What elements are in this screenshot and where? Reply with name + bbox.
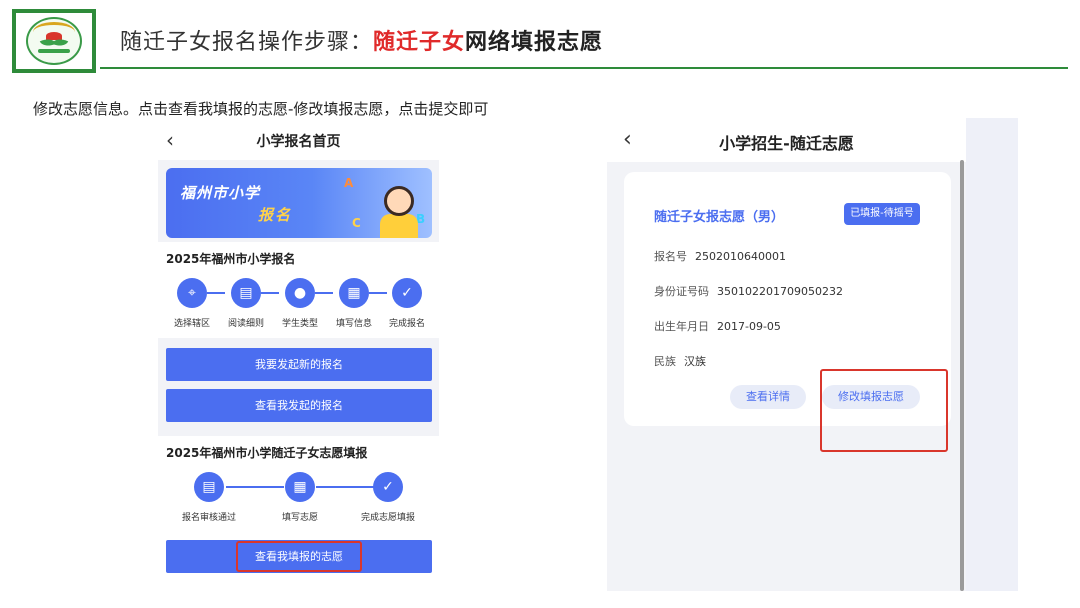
info-row-id-no: 身份证号码 350102201709050232 [654,283,843,299]
registration-banner: 福州市小学 报名 A C B [166,168,432,238]
audit-icon: ▤ [194,472,224,502]
info-value: 2502010640001 [695,250,786,263]
right-nav-bar: ‹ 小学招生-随迁志愿 [607,118,966,162]
section1-title: 2025年福州市小学报名 [166,252,296,266]
new-registration-button[interactable]: 我要发起新的报名 [166,348,432,381]
view-details-button[interactable]: 查看详情 [730,385,806,409]
wish-card-heading: 随迁子女报志愿（男） [654,210,785,225]
right-nav-title: 小学招生-随迁志愿 [719,134,854,153]
highlight-box-my-wish [236,541,362,572]
title-divider [100,67,1068,69]
step-label: 完成志愿填报 [360,513,415,523]
instruction-text: 修改志愿信息。点击查看我填报的志愿-修改填报志愿，点击提交即可 [33,100,489,118]
girl-illustration-body [380,214,418,238]
left-nav-title: 小学报名首页 [256,134,341,150]
school-emblem-icon [26,17,82,65]
location-pin-icon: ⌖ [177,278,207,308]
right-phone-screenshot: ‹ 小学招生-随迁志愿 随迁子女报志愿（男） 已填报-待摇号 报名号 250201… [607,118,966,591]
form-icon: ▦ [339,278,369,308]
info-value: 350102201709050232 [717,285,843,298]
step-label: 填写志愿 [281,513,318,523]
info-row-reg-no: 报名号 2502010640001 [654,248,786,264]
step-connector [316,486,374,488]
info-value: 2017-09-05 [717,320,781,333]
title-prefix: 随迁子女报名操作步骤： [120,30,374,55]
step-label: 填写信息 [335,319,372,329]
step-label: 阅读细则 [227,319,264,329]
step-connector [369,292,387,294]
status-badge: 已填报-待摇号 [844,203,920,225]
document-icon: ▤ [231,278,261,308]
right-background-strip [966,118,1018,591]
step-label: 完成报名 [388,319,425,329]
title-suffix: 网络填报志愿 [465,30,604,55]
info-row-birth: 出生年月日 2017-09-05 [654,318,781,334]
scrollbar[interactable] [960,160,964,591]
title-highlight: 随迁子女 [373,30,466,55]
info-label: 出生年月日 [654,320,709,333]
user-icon: ● [285,278,315,308]
info-label: 民族 [654,355,676,368]
info-value: 汉族 [684,355,706,368]
slide-title: 随迁子女报名操作步骤：随迁子女网络填报志愿 [120,24,603,56]
school-logo [12,9,96,73]
step-connector [261,292,279,294]
letter-a-icon: A [344,176,354,190]
step-connector [315,292,333,294]
highlight-box-modify [820,369,948,452]
check-icon: ✓ [373,472,403,502]
section2-title: 2025年福州市小学随迁子女志愿填报 [166,446,368,460]
form-icon: ▦ [285,472,315,502]
check-icon: ✓ [392,278,422,308]
step-connector [226,486,284,488]
registration-section: 2025年福州市小学报名 ⌖ ▤ ● ▦ ✓ 选择辖区 阅读细则 学生类型 填写… [158,242,439,338]
step-label: 报名审核通过 [181,513,236,523]
step-label: 选择辖区 [173,319,210,329]
left-nav-bar: ‹ 小学报名首页 [158,120,439,160]
info-label: 身份证号码 [654,285,709,298]
step-connector [207,292,225,294]
girl-illustration-icon [384,186,414,216]
info-row-ethnicity: 民族 汉族 [654,353,706,369]
banner-line2: 报名 [258,206,293,224]
banner-line1: 福州市小学 [180,184,261,202]
step-label: 学生类型 [281,319,318,329]
info-label: 报名号 [654,250,687,263]
left-phone-screenshot: ‹ 小学报名首页 福州市小学 报名 A C B 2025年福州市小学报名 ⌖ ▤… [158,120,439,595]
letter-c-icon: C [352,216,361,230]
view-registration-button[interactable]: 查看我发起的报名 [166,389,432,422]
